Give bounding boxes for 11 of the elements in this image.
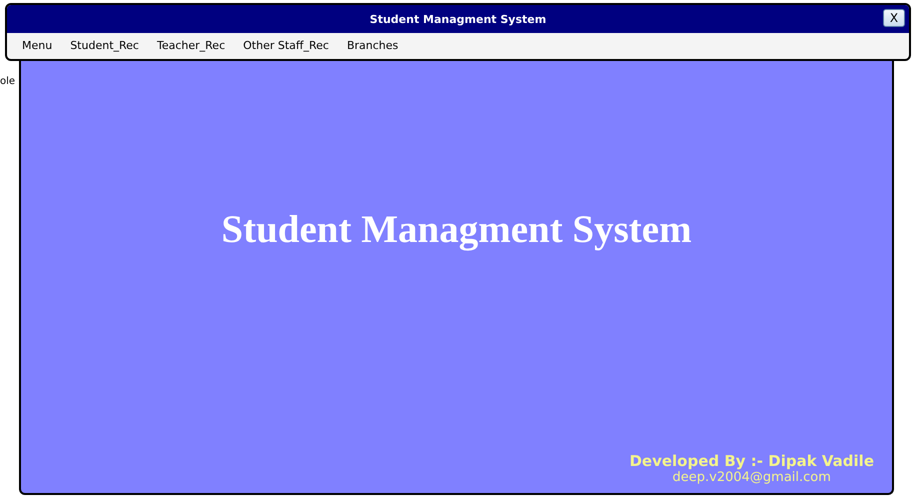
developer-email: deep.v2004@gmail.com [672, 470, 831, 485]
main-heading: Student Managment System [221, 207, 692, 252]
menu-item[interactable]: Menu [13, 38, 62, 52]
window-title: Student Managment System [370, 12, 546, 26]
menu-item[interactable]: Branches [338, 38, 408, 52]
menu-item[interactable]: Other Staff_Rec [234, 38, 338, 52]
menu-item[interactable]: Student_Rec [61, 38, 148, 52]
developer-credit: Developed By :- Dipak Vadile [629, 452, 874, 470]
background-text: ole [0, 76, 16, 87]
close-button[interactable]: X [883, 9, 905, 27]
menu-item[interactable]: Teacher_Rec [148, 38, 234, 52]
